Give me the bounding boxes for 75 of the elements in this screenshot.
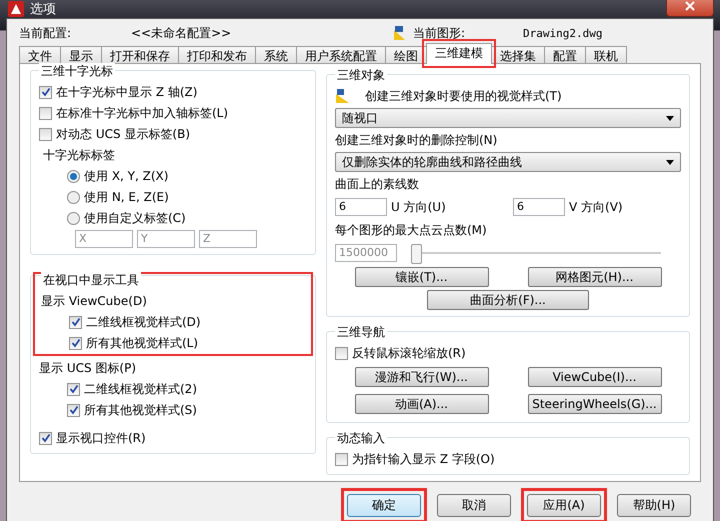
- field-label: 每个图形的最大点云点数(M): [335, 222, 487, 238]
- section-label: 显示 ViewCube(D): [41, 292, 147, 310]
- checkbox-label[interactable]: 二维线框视觉样式(2): [84, 380, 197, 398]
- checkbox[interactable]: [335, 452, 348, 466]
- radio-label[interactable]: 使用 X, Y, Z(X): [84, 168, 168, 184]
- field-label: 创建三维对象时的删除控制(N): [335, 132, 498, 148]
- button[interactable]: 动画(A)...: [354, 394, 488, 414]
- tab[interactable]: 文件: [19, 46, 61, 64]
- caret-icon: [666, 160, 674, 164]
- profile-name: <<未命名配置>>: [131, 24, 232, 42]
- section-label: 十字光标标签: [43, 146, 115, 164]
- checkbox-label[interactable]: 所有其他视觉样式(S): [84, 402, 197, 418]
- button[interactable]: 曲面分析(F)...: [427, 290, 589, 310]
- dropdown[interactable]: 随视口: [335, 108, 681, 128]
- profile-label: 当前配置:: [19, 24, 72, 42]
- group-title: 在视口中显示工具: [41, 272, 141, 289]
- field-label: 曲面上的素线数: [335, 176, 419, 192]
- close-button[interactable]: [666, 0, 714, 17]
- tab[interactable]: 系统: [255, 46, 297, 64]
- button[interactable]: 网格图元(H)...: [528, 267, 662, 287]
- drawing-label: 当前图形:: [413, 24, 466, 42]
- group-title: 动态输入: [335, 430, 387, 447]
- checkbox[interactable]: [39, 106, 52, 120]
- section-label: 显示 UCS 图标(P): [39, 360, 136, 376]
- close-icon: [685, 1, 695, 11]
- checkbox[interactable]: [67, 404, 80, 416]
- field-label: V 方向(V): [569, 198, 623, 216]
- caret-icon: [666, 116, 674, 120]
- checkbox[interactable]: [39, 86, 52, 98]
- button[interactable]: 帮助(H): [617, 494, 691, 516]
- radio-label[interactable]: 使用 N, E, Z(E): [84, 188, 169, 206]
- dropdown[interactable]: 仅删除实体的轮廓曲线和路径曲线: [335, 152, 681, 172]
- tab[interactable]: 显示: [60, 46, 102, 64]
- drawing-name: Drawing2.dwg: [523, 26, 602, 40]
- radio-label[interactable]: 使用自定义标签(C): [84, 210, 186, 226]
- group-title: 三维对象: [335, 67, 387, 84]
- tab[interactable]: 配置: [544, 46, 586, 64]
- app-logo-icon: [8, 1, 24, 17]
- checkbox-label[interactable]: 在标准十字光标中加入轴标签(L): [56, 104, 228, 122]
- tab[interactable]: 打开和保存: [101, 46, 179, 64]
- button[interactable]: 应用(A): [527, 494, 601, 516]
- checkbox-label[interactable]: 二维线框视觉样式(D): [86, 314, 201, 330]
- checkbox[interactable]: [39, 128, 52, 140]
- button[interactable]: 确定: [347, 494, 421, 516]
- field-label: 创建三维对象时要使用的视觉样式(T): [365, 88, 562, 104]
- button[interactable]: 镶嵌(T)...: [354, 267, 488, 287]
- tab[interactable]: 联机: [585, 46, 627, 64]
- button[interactable]: SteeringWheels(G)...: [528, 394, 662, 414]
- checkbox[interactable]: [69, 336, 82, 350]
- checkbox-label[interactable]: 显示视口控件(R): [56, 430, 146, 446]
- field-label: U 方向(U): [391, 198, 447, 216]
- radio-button[interactable]: [67, 190, 80, 204]
- checkbox-label[interactable]: 所有其他视觉样式(L): [86, 334, 198, 352]
- button[interactable]: 漫游和飞行(W)...: [354, 367, 488, 387]
- button[interactable]: ViewCube(I)...: [528, 367, 662, 387]
- checkbox-label[interactable]: 为指针输入显示 Z 字段(O): [352, 450, 495, 468]
- input-field[interactable]: 6: [335, 198, 387, 216]
- input-field[interactable]: 6: [513, 198, 565, 216]
- checkbox[interactable]: [39, 432, 52, 444]
- checkbox-label[interactable]: 在十字光标中显示 Z 轴(Z): [56, 84, 198, 100]
- tab[interactable]: 打印和发布: [178, 46, 256, 64]
- button[interactable]: 取消: [437, 494, 511, 516]
- group-title: 三维导航: [335, 324, 387, 341]
- slider-thumb[interactable]: [411, 244, 422, 264]
- checkbox[interactable]: [69, 316, 82, 328]
- checkbox-label[interactable]: 对动态 UCS 显示标签(B): [56, 126, 190, 142]
- checkbox[interactable]: [67, 382, 80, 396]
- radio-button[interactable]: [67, 212, 80, 224]
- window-title: 选项: [30, 1, 56, 18]
- checkbox[interactable]: [335, 346, 348, 360]
- radio-button[interactable]: [67, 170, 80, 182]
- visual-style-icon: [335, 88, 351, 104]
- tab[interactable]: 用户系统配置: [296, 46, 386, 64]
- group-title: 三维十字光标: [39, 63, 115, 80]
- checkbox-label[interactable]: 反转鼠标滚轮缩放(R): [352, 344, 466, 362]
